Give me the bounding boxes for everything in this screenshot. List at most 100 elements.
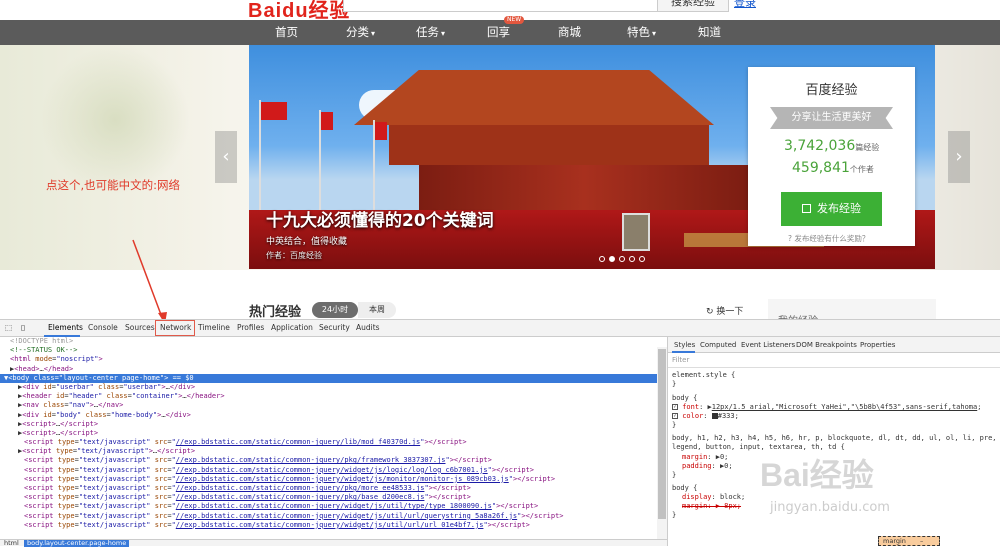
chevron-down-icon: ▾: [652, 29, 657, 38]
dom-line-selected[interactable]: ▼<body class="layout-center page-home"> …: [0, 373, 657, 383]
dom-line[interactable]: <script type="text/javascript" src="//ex…: [0, 512, 657, 521]
dom-line[interactable]: <script type="text/javascript" src="//ex…: [0, 502, 657, 511]
dom-line[interactable]: ▶<div id="body" class="home-body">…</div…: [0, 411, 657, 420]
stats-card: 百度经验 分享让生活更美好 3,742,036篇经验 459,841个作者 发布…: [748, 67, 915, 246]
style-line[interactable]: ✓ font: ▶12px/1.5 arial,"Microsoft YaHei…: [672, 403, 981, 412]
authors-count: 459,841个作者: [792, 160, 874, 176]
style-line[interactable]: display: block;: [682, 493, 745, 502]
dom-line[interactable]: <script type="text/javascript" src="//ex…: [0, 493, 657, 502]
checkbox[interactable]: ✓: [672, 404, 678, 410]
dom-line[interactable]: ▶<script>…</script>: [0, 420, 657, 429]
style-line[interactable]: ✓ color: #333;: [672, 412, 739, 421]
style-rule-body[interactable]: body {: [672, 394, 697, 403]
dom-line[interactable]: <script type="text/javascript" src="//ex…: [0, 521, 657, 530]
tab-event-listeners[interactable]: Event Listeners: [741, 341, 795, 350]
carousel-prev-button[interactable]: ‹: [215, 131, 237, 183]
styles-tabbar: Styles Computed Event Listeners DOM Brea…: [668, 337, 1000, 353]
tab-application[interactable]: Application: [271, 323, 313, 332]
experiences-count: 3,742,036篇经验: [784, 138, 880, 154]
tiananmen-eaves: [389, 125, 709, 165]
dom-line[interactable]: ▶<script type="text/javascript">…</scrip…: [0, 447, 657, 456]
my-experience-panel: 我的经验: [768, 299, 936, 327]
devtools-tabbar: ⬚ ▯ Elements Console Sources Network Tim…: [0, 319, 1000, 337]
style-line[interactable]: margin: ▶0;: [682, 453, 728, 462]
dom-line[interactable]: ▶<header id="header" class="container">……: [0, 392, 657, 401]
tab-styles[interactable]: Styles: [674, 341, 695, 350]
search-input[interactable]: [343, 0, 658, 12]
chevron-down-icon: ▾: [371, 29, 376, 38]
search-button[interactable]: 搜索经验: [657, 0, 729, 12]
dom-line[interactable]: <script type="text/javascript" src="//ex…: [0, 484, 657, 493]
box-model-margin[interactable]: margin –: [878, 536, 940, 546]
refresh-button[interactable]: ↻ 换一下: [706, 304, 743, 317]
nav-item-category[interactable]: 分类 ▾: [346, 20, 375, 45]
dom-line[interactable]: <script type="text/javascript" src="//ex…: [0, 456, 657, 465]
portrait: [622, 213, 650, 251]
dom-line[interactable]: ▶<div id="userbar" class="userbar">…</di…: [0, 383, 657, 392]
dom-line[interactable]: <!--STATUS OK-->: [0, 346, 657, 355]
inspect-icon[interactable]: ⬚: [5, 323, 12, 332]
dom-line[interactable]: <script type="text/javascript" src="//ex…: [0, 438, 657, 447]
dom-line[interactable]: <script type="text/javascript" src="//ex…: [0, 466, 657, 475]
card-ribbon: 分享让生活更美好: [770, 107, 893, 129]
carousel-dot[interactable]: [629, 256, 635, 262]
flag-icon: [375, 122, 387, 140]
edit-icon: [802, 204, 811, 213]
carousel-next-button[interactable]: ›: [948, 131, 970, 183]
dom-line[interactable]: ▶<script>…</script>: [0, 429, 657, 438]
tab-dom-breakpoints[interactable]: DOM Breakpoints: [796, 341, 857, 350]
device-toolbar-icon[interactable]: ▯: [21, 323, 25, 332]
style-rule-reset[interactable]: body, h1, h2, h3, h4, h5, h6, hr, p, blo…: [672, 434, 997, 443]
tab-audits[interactable]: Audits: [356, 323, 380, 332]
tab-sources[interactable]: Sources: [125, 323, 155, 332]
color-swatch[interactable]: [711, 413, 718, 419]
style-rule-element[interactable]: element.style {: [672, 371, 735, 380]
tab-24h[interactable]: 24小时: [312, 302, 358, 318]
tab-profiles[interactable]: Profiles: [237, 323, 264, 332]
carousel-dot[interactable]: [599, 256, 605, 262]
checkbox[interactable]: ✓: [672, 413, 678, 419]
nav-item-home[interactable]: 首页: [275, 20, 298, 45]
login-link[interactable]: 登录: [734, 0, 756, 10]
chevron-down-icon: ▾: [441, 29, 446, 38]
tab-week[interactable]: 本周: [358, 302, 396, 318]
new-badge: NEW: [504, 16, 525, 24]
refresh-icon: ↻: [706, 307, 714, 317]
nav-item-featured[interactable]: 特色 ▾: [627, 20, 656, 45]
dom-line[interactable]: ▶<nav class="nav">…</nav>: [0, 401, 657, 410]
carousel-dot[interactable]: [619, 256, 625, 262]
banner-subtitle: 中英结合，值得收藏: [266, 237, 348, 247]
publish-button[interactable]: 发布经验: [781, 192, 882, 226]
flag-icon: [321, 112, 333, 130]
banner-title[interactable]: 十九大必须懂得的20个关键词: [266, 206, 494, 231]
chevron-right-icon: ›: [955, 146, 963, 167]
watermark-logo: Bai经验: [760, 457, 874, 493]
tab-properties[interactable]: Properties: [860, 341, 895, 350]
dom-line[interactable]: <html mode="noscript">: [0, 355, 657, 364]
filter-input[interactable]: Filter: [668, 353, 1000, 368]
nav-item-tasks[interactable]: 任务 ▾: [416, 20, 445, 45]
carousel-dot[interactable]: [639, 256, 645, 262]
tab-security[interactable]: Security: [319, 323, 350, 332]
tab-timeline[interactable]: Timeline: [198, 323, 230, 332]
help-link[interactable]: ? 发布经验有什么奖励？: [788, 233, 869, 244]
style-rule-body-ua[interactable]: body {: [672, 484, 697, 493]
dom-line[interactable]: <script type="text/javascript" src="//ex…: [0, 475, 657, 484]
style-line: }: [672, 380, 677, 388]
dom-tree[interactable]: <!DOCTYPE html> <!--STATUS OK--> <html m…: [0, 337, 657, 539]
breadcrumb: html body.layout-center.page-home: [0, 539, 667, 547]
watermark-url: jingyan.baidu.com: [770, 500, 890, 515]
tab-console[interactable]: Console: [88, 323, 118, 332]
dom-scrollbar-thumb[interactable]: [658, 349, 666, 519]
tab-elements[interactable]: Elements: [48, 323, 83, 332]
nav-item-mall[interactable]: 商城: [558, 20, 581, 45]
dom-line[interactable]: <!DOCTYPE html>: [0, 337, 657, 346]
style-line[interactable]: padding: ▶0;: [682, 462, 733, 471]
carousel-dot-active[interactable]: [609, 256, 615, 262]
style-line[interactable]: margin: ▶ 8px;: [682, 502, 741, 511]
nav-item-zhidao[interactable]: 知道: [698, 20, 721, 45]
dom-line[interactable]: ▶<head>…</head>: [0, 365, 657, 374]
chevron-left-icon: ‹: [222, 146, 230, 167]
tab-computed[interactable]: Computed: [700, 341, 736, 350]
hot-title: 热门经验: [249, 305, 302, 320]
